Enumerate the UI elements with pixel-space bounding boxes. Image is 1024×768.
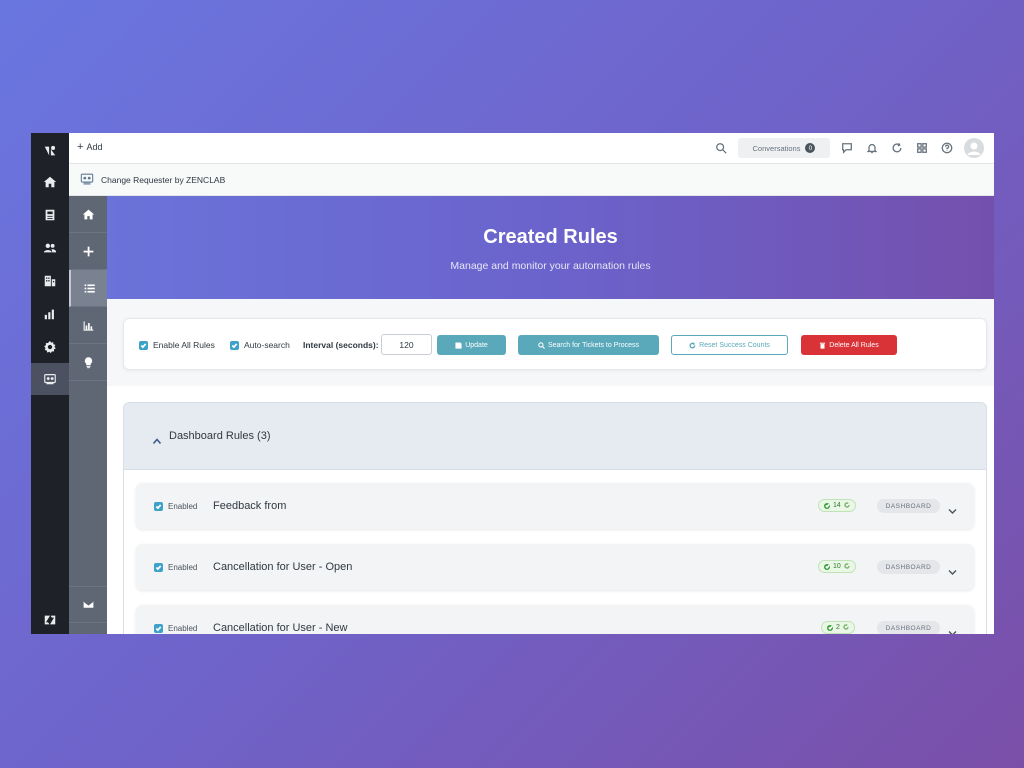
page-title: Created Rules [483, 226, 618, 248]
reset-counts-button[interactable]: Reset Success Counts [671, 335, 788, 355]
controls-bar: Enable All Rules Auto-search Interval (s… [123, 318, 987, 370]
main-content: Created Rules Manage and monitor your au… [107, 196, 994, 634]
rule-name: Cancellation for User - Open [213, 561, 353, 573]
save-icon [455, 341, 462, 349]
app-header: Change Requester by ZENCLAB [69, 164, 994, 196]
check-icon [155, 504, 162, 510]
page-subtitle: Manage and monitor your automation rules [450, 260, 651, 272]
views-icon[interactable] [31, 199, 69, 231]
organizations-icon[interactable] [31, 265, 69, 297]
reset-icon [689, 341, 696, 348]
rule-enabled-label: Enabled [168, 624, 198, 633]
add-label: Add [86, 142, 103, 152]
enable-all-label: Enable All Rules [153, 340, 215, 350]
rule-type-badge: DASHBOARD [877, 621, 940, 634]
success-count-badge: 10 [818, 560, 856, 573]
bell-icon[interactable] [865, 141, 879, 155]
rule-type-badge: DASHBOARD [877, 560, 940, 574]
check-icon [155, 565, 162, 571]
chevron-down-icon[interactable] [948, 502, 957, 514]
zendesk-window: + Add Conversations 0 Change Requester b… [31, 133, 994, 634]
plus-icon: + [77, 141, 84, 153]
rule-enabled-checkbox[interactable] [154, 502, 163, 511]
update-button[interactable]: Update [437, 335, 506, 355]
check-icon [140, 343, 147, 349]
delete-all-button[interactable]: Delete All Rules [801, 335, 897, 355]
rule-enabled-label: Enabled [168, 502, 198, 511]
reset-count-icon[interactable] [843, 623, 849, 632]
interval-label: Interval (seconds): [303, 340, 379, 350]
sidebar-chart-icon[interactable] [69, 307, 107, 344]
success-count: 14 [833, 502, 841, 509]
customers-icon[interactable] [31, 232, 69, 264]
search-icon[interactable] [714, 141, 728, 155]
sidebar-plus-icon[interactable] [69, 233, 107, 270]
hero-banner: Created Rules Manage and monitor your au… [107, 196, 994, 299]
apps-grid-icon[interactable] [915, 141, 929, 155]
search-icon [538, 341, 545, 349]
sidebar-home-icon[interactable] [69, 196, 107, 233]
reset-counts-label: Reset Success Counts [699, 341, 770, 349]
chat-icon[interactable] [840, 141, 854, 155]
rule-enabled-checkbox[interactable] [154, 624, 163, 633]
trash-icon [820, 342, 826, 349]
enable-all-checkbox[interactable] [139, 341, 148, 350]
help-icon[interactable] [940, 141, 954, 155]
interval-input[interactable]: 120 [381, 334, 432, 355]
reporting-icon[interactable] [31, 298, 69, 330]
conversations-count-badge: 0 [805, 143, 816, 153]
user-avatar[interactable] [964, 138, 984, 158]
rule-enabled-label: Enabled [168, 563, 198, 572]
app-title: Change Requester by ZENCLAB [101, 175, 226, 185]
chevron-down-icon[interactable] [948, 624, 957, 634]
auto-search-label: Auto-search [244, 340, 290, 350]
rule-group: Dashboard Rules (3) Enabled Feedback fro… [123, 402, 987, 634]
top-bar: + Add Conversations 0 [69, 133, 994, 164]
add-button[interactable]: + Add [77, 141, 103, 153]
rule-type-badge: DASHBOARD [877, 499, 940, 513]
app-sidebar [69, 196, 107, 634]
success-count: 10 [833, 563, 841, 570]
admin-gear-icon[interactable] [31, 331, 69, 363]
delete-all-label: Delete All Rules [829, 341, 879, 349]
success-count-badge: 2 [821, 621, 855, 634]
search-tickets-button[interactable]: Search for Tickets to Process [518, 335, 659, 355]
chevron-up-icon[interactable] [152, 432, 162, 445]
rule-enabled-checkbox[interactable] [154, 563, 163, 572]
product-rail [31, 133, 69, 634]
reset-count-icon[interactable] [844, 562, 850, 571]
home-icon[interactable] [31, 166, 69, 198]
zendesk-logo-icon[interactable] [31, 135, 69, 167]
app-icon[interactable] [31, 363, 69, 395]
update-label: Update [465, 341, 488, 349]
refresh-icon[interactable] [890, 141, 904, 155]
search-tickets-label: Search for Tickets to Process [547, 341, 640, 349]
success-check-icon [824, 502, 830, 509]
conversations-button[interactable]: Conversations 0 [738, 138, 830, 158]
rule-card[interactable]: Enabled Cancellation for User - Open 10 … [136, 544, 974, 590]
success-check-icon [827, 624, 833, 631]
rule-group-title: Dashboard Rules (3) [169, 430, 271, 442]
check-icon [155, 626, 162, 632]
success-count-badge: 14 [818, 499, 856, 512]
rule-name: Cancellation for User - New [213, 622, 348, 634]
chevron-down-icon[interactable] [948, 563, 957, 575]
sidebar-lightbulb-icon[interactable] [69, 344, 107, 381]
success-check-icon [824, 563, 830, 570]
auto-search-checkbox[interactable] [230, 341, 239, 350]
zendesk-footer-logo-icon[interactable] [31, 604, 69, 634]
sidebar-mail-icon[interactable] [69, 586, 107, 623]
check-icon [231, 343, 238, 349]
conversations-label: Conversations [752, 143, 801, 153]
rule-name: Feedback from [213, 500, 287, 512]
rule-card[interactable]: Enabled Feedback from 14 DASHBOARD [136, 483, 974, 529]
app-logo-icon [80, 172, 94, 186]
success-count: 2 [836, 624, 840, 631]
reset-count-icon[interactable] [844, 501, 850, 510]
sidebar-list-icon[interactable] [69, 270, 107, 307]
rule-group-header[interactable]: Dashboard Rules (3) [124, 403, 986, 470]
rule-card[interactable]: Enabled Cancellation for User - New 2 DA… [136, 605, 974, 634]
